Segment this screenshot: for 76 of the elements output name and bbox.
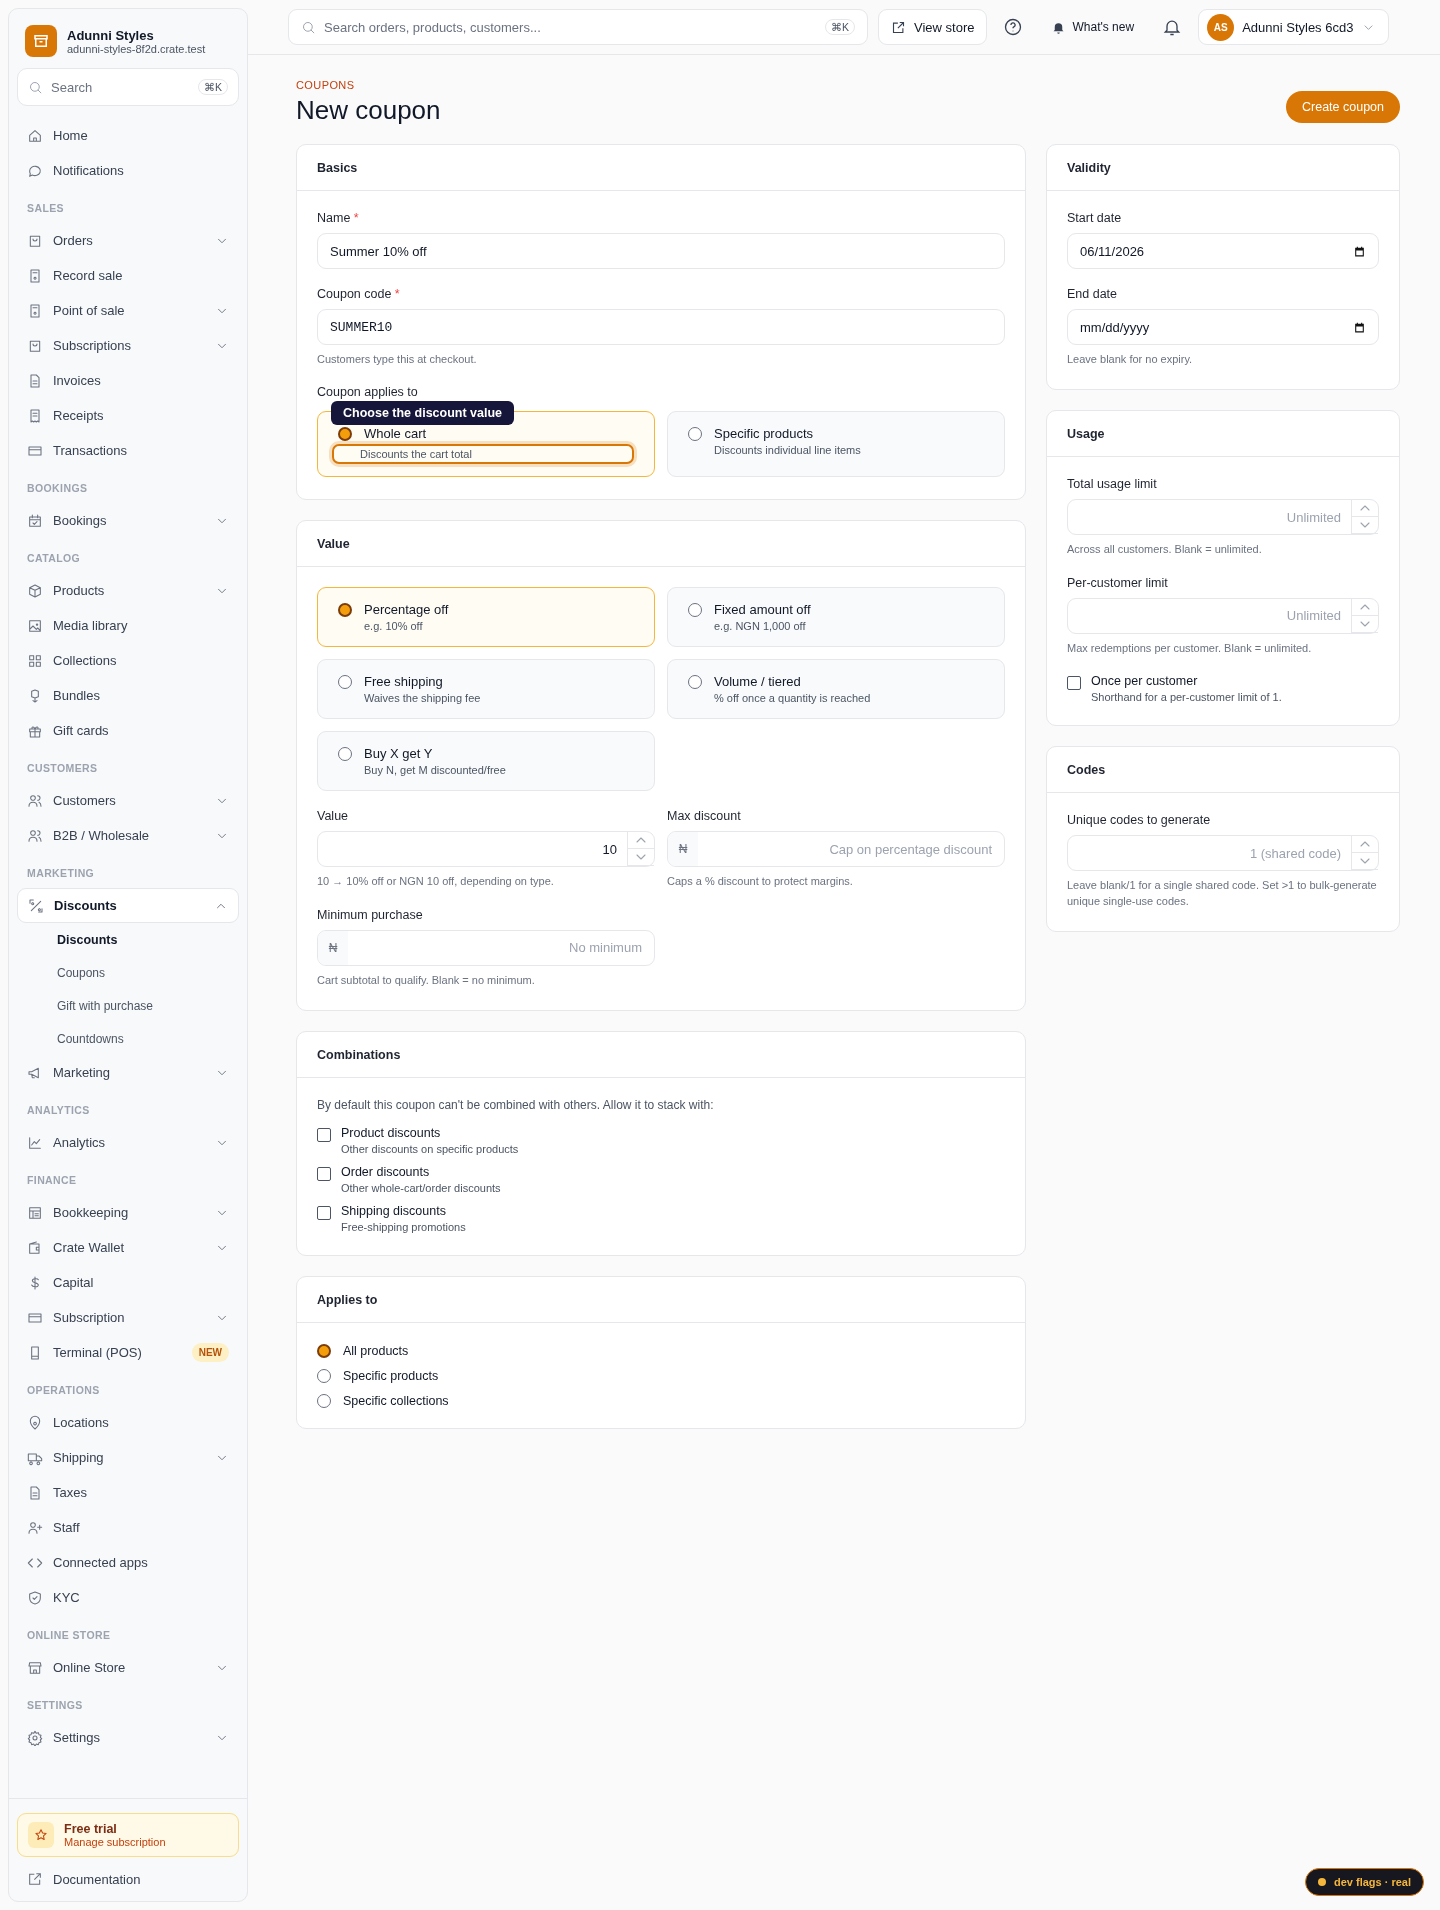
option-title: Buy X get Y <box>364 746 434 762</box>
option-description: e.g. NGN 1,000 off <box>714 620 807 633</box>
option-description: Discounts individual line items <box>714 444 861 457</box>
checkbox-label: Order discounts <box>341 1165 431 1180</box>
field-label: End date <box>1067 287 1119 301</box>
section-heading: SALES <box>26 201 65 216</box>
currency-symbol: ₦ <box>318 930 348 965</box>
section-heading: SETTINGS <box>26 1698 84 1713</box>
field-hint: Customers type this at checkout. <box>317 352 478 367</box>
section-heading: BOOKINGS <box>26 481 89 496</box>
section-heading: ONLINE STORE <box>26 1628 112 1643</box>
section-heading: OPERATIONS <box>26 1383 101 1398</box>
field-label: Coupon code * <box>317 287 401 301</box>
radio-label: All products <box>343 1343 409 1358</box>
field-label: Per-customer limit <box>1067 575 1169 590</box>
field-label: Value <box>317 809 350 824</box>
checkbox-description: Other discounts on specific products <box>341 1143 519 1156</box>
section-heading: CATALOG <box>26 551 82 566</box>
field-hint: Max redemptions per customer. Blank = unlimited. <box>1067 640 1313 656</box>
checkbox-description: Other whole-cart/order discounts <box>341 1182 501 1195</box>
option-description: Buy N, get M discounted/free <box>364 764 506 777</box>
checkbox-label: Product discounts <box>341 1126 442 1141</box>
page-title: New coupon <box>296 95 441 126</box>
currency-symbol: ₦ <box>668 832 698 867</box>
option-description: Discounts the cart total <box>332 444 634 465</box>
field-hint: Leave blank/1 for a single shared code. Set >1 to bulk-generate unique single-use codes. <box>1067 878 1378 909</box>
card-title: Usage <box>1047 411 1399 458</box>
option-title: Volume / tiered <box>714 674 802 690</box>
store-name: Adunni Styles <box>67 27 155 43</box>
option-title: Whole cart <box>364 426 428 442</box>
option-title: Free shipping <box>364 674 444 690</box>
option-title: Percentage off <box>364 602 449 618</box>
option-title: Specific products <box>714 426 814 442</box>
radio-label: Specific products <box>343 1368 439 1383</box>
field-hint: 10 → 10% off or NGN 10 off, depending on type. <box>317 874 555 890</box>
field-label: Total usage limit <box>1067 477 1158 492</box>
field-hint: Across all customers. Blank = unlimited. <box>1067 542 1263 558</box>
shortcut-hint: ⌘K <box>198 79 228 95</box>
section-description: By default this coupon can't be combined with others. Allow it to stack with: <box>317 1098 715 1113</box>
section-heading: CUSTOMERS <box>26 761 99 776</box>
store-domain: adunni-styles-8f2d.crate.test <box>67 42 206 55</box>
section-heading: MARKETING <box>26 866 96 881</box>
field-label: Start date <box>1067 211 1123 225</box>
checkbox-label: Shipping discounts <box>341 1204 447 1219</box>
avatar: AS <box>1207 13 1235 41</box>
required-mark: * <box>394 287 400 301</box>
checkbox-description: Shorthand for a per-customer limit of 1. <box>1091 691 1282 704</box>
field-label: Max discount <box>667 809 742 824</box>
required-mark: * <box>353 211 359 225</box>
radio-label: Specific collections <box>343 1393 449 1408</box>
section-heading: FINANCE <box>26 1173 78 1188</box>
trial-title: Free trial <box>64 1822 118 1836</box>
field-hint: Cart subtotal to qualify. Blank = no minimum. <box>317 972 536 988</box>
field-label: Unique codes to generate <box>1067 813 1212 828</box>
option-description: e.g. 10% off <box>364 620 424 633</box>
field-label: Name * <box>317 211 360 225</box>
card-title: Basics <box>297 145 1025 191</box>
card-title: Validity <box>1047 145 1399 191</box>
card-title: Value <box>297 521 1025 568</box>
field-label: Coupon applies to <box>317 385 419 400</box>
new-badge: NEW <box>191 1343 229 1362</box>
card-title: Codes <box>1047 747 1399 794</box>
card-title: Applies to <box>297 1277 1025 1324</box>
checkbox-label: Once per customer <box>1091 674 1199 689</box>
checkbox-description: Free-shipping promotions <box>341 1221 466 1234</box>
option-description: Waives the shipping fee <box>364 692 481 705</box>
field-hint: Leave blank for no expiry. <box>1067 352 1194 367</box>
option-title: Fixed amount off <box>714 602 811 618</box>
field-label: Minimum purchase <box>317 907 424 922</box>
tooltip: Choose the discount value <box>331 401 515 426</box>
card-title: Combinations <box>297 1032 1025 1079</box>
option-description: % off once a quantity is reached <box>714 692 871 705</box>
section-heading: ANALYTICS <box>26 1103 91 1118</box>
shortcut-hint: ⌘K <box>825 19 855 35</box>
breadcrumb: COUPONS <box>296 79 356 91</box>
field-hint: Caps a % discount to protect margins. <box>667 874 854 890</box>
